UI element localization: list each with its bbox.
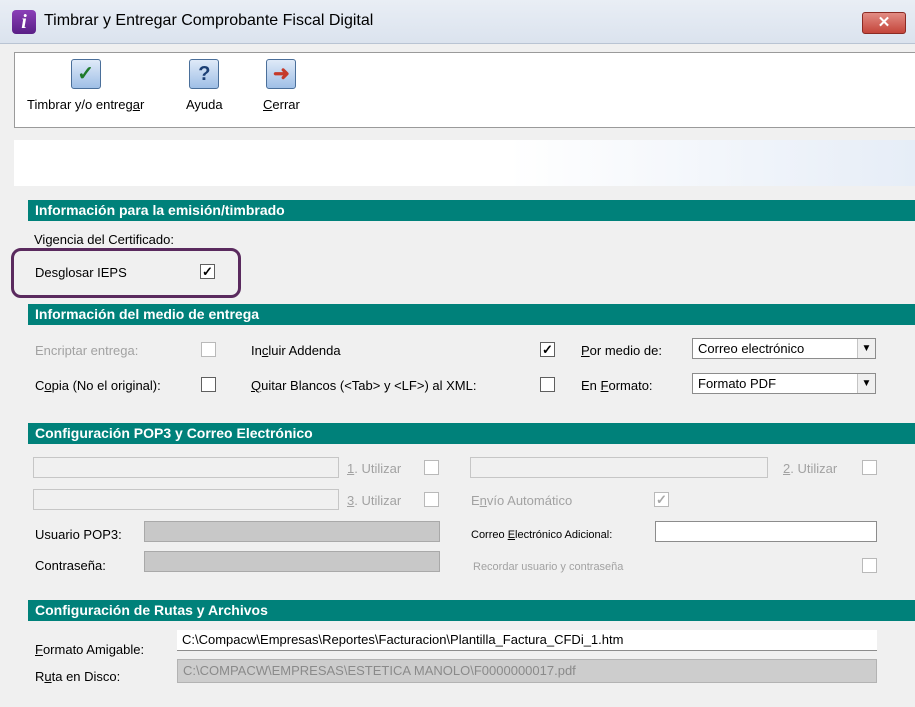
timbrar-label: Timbrar y/o entregar <box>27 97 145 112</box>
pop3-server-2-field[interactable] <box>470 457 768 478</box>
help-icon: ? <box>189 59 220 89</box>
utilizar-1-checkbox[interactable] <box>424 460 439 475</box>
por-medio-select[interactable]: Correo electrónico ▼ <box>692 338 876 359</box>
window-title: Timbrar y Entregar Comprobante Fiscal Di… <box>44 12 374 29</box>
utilizar-2-label: 2. Utilizar <box>783 461 838 476</box>
banner <box>14 140 915 186</box>
timbrar-button[interactable]: ✓ Timbrar y/o entregar <box>27 59 144 112</box>
quitar-blancos-checkbox[interactable] <box>540 377 555 392</box>
por-medio-value: Correo electrónico <box>698 341 805 356</box>
ruta-disco-label: Ruta en Disco: <box>35 669 121 684</box>
correo-adicional-label: Correo Electrónico Adicional: <box>471 529 613 541</box>
recordar-checkbox[interactable] <box>862 558 877 573</box>
utilizar-2-checkbox[interactable] <box>862 460 877 475</box>
close-icon: ✕ <box>877 14 891 31</box>
emision-header: Información para la emisión/timbrado <box>28 200 915 221</box>
app-icon: i <box>12 10 36 34</box>
pop3-header: Configuración POP3 y Correo Electrónico <box>28 423 915 444</box>
chevron-down-icon[interactable]: ▼ <box>857 374 875 393</box>
check-icon: ✓ <box>70 59 101 89</box>
cerrar-label: Cerrar <box>263 97 300 112</box>
pop3-server-3-field[interactable] <box>33 489 339 510</box>
quitar-blancos-label: Quitar Blancos (<Tab> y <LF>) al XML: <box>251 378 477 393</box>
ayuda-label: Ayuda <box>186 97 223 112</box>
incluir-addenda-checkbox[interactable]: ✓ <box>540 342 555 357</box>
vigencia-label: Vigencia del Certificado: <box>34 232 174 247</box>
contrasena-field[interactable] <box>144 551 440 572</box>
utilizar-3-checkbox[interactable] <box>424 492 439 507</box>
chevron-down-icon[interactable]: ▼ <box>857 339 875 358</box>
incluir-addenda-label: Incluir Addenda <box>251 343 341 358</box>
formato-amigable-field[interactable]: C:\Compacw\Empresas\Reportes\Facturacion… <box>177 630 877 651</box>
contrasena-label: Contraseña: <box>35 558 106 573</box>
rutas-header: Configuración de Rutas y Archivos <box>28 600 915 621</box>
por-medio-label: Por medio de: <box>581 343 662 358</box>
utilizar-3-label: 3. Utilizar <box>347 493 402 508</box>
ruta-disco-value: C:\COMPACW\EMPRESAS\ESTETICA MANOLO\F000… <box>183 663 576 678</box>
envio-automatico-label: Envío Automático <box>471 493 573 508</box>
correo-adicional-field[interactable] <box>655 521 877 542</box>
toolbar: ✓ Timbrar y/o entregar ? Ayuda ➜ Cerrar <box>14 52 915 128</box>
highlight-box <box>11 248 241 298</box>
ayuda-button[interactable]: ? Ayuda <box>186 59 223 112</box>
usuario-pop3-label: Usuario POP3: <box>35 527 122 542</box>
pop3-server-1-field[interactable] <box>33 457 339 478</box>
encriptar-label: Encriptar entrega: <box>35 343 139 358</box>
entrega-header: Información del medio de entrega <box>28 304 915 325</box>
envio-automatico-checkbox[interactable]: ✓ <box>654 492 669 507</box>
en-formato-value: Formato PDF <box>698 376 777 391</box>
formato-amigable-value: C:\Compacw\Empresas\Reportes\Facturacion… <box>182 632 624 647</box>
copia-checkbox[interactable] <box>201 377 216 392</box>
cerrar-button[interactable]: ➜ Cerrar <box>263 59 300 112</box>
en-formato-select[interactable]: Formato PDF ▼ <box>692 373 876 394</box>
encriptar-checkbox[interactable] <box>201 342 216 357</box>
copia-label: Copia (No el original): <box>35 378 161 393</box>
close-button[interactable]: ✕ <box>862 12 906 34</box>
recordar-label: Recordar usuario y contraseña <box>473 561 624 573</box>
en-formato-label: En Formato: <box>581 378 653 393</box>
formato-amigable-label: Formato Amigable: <box>35 642 145 657</box>
usuario-pop3-field[interactable] <box>144 521 440 542</box>
exit-icon: ➜ <box>266 59 297 89</box>
utilizar-1-label: 1. Utilizar <box>347 461 402 476</box>
ruta-disco-field[interactable]: C:\COMPACW\EMPRESAS\ESTETICA MANOLO\F000… <box>177 659 877 683</box>
